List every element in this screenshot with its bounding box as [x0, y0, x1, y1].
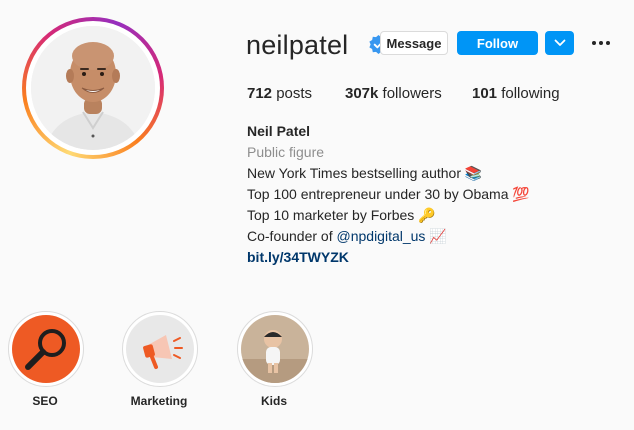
followers-link[interactable]: 307k followers	[345, 85, 442, 102]
highlight-marketing-cover	[126, 315, 194, 383]
bio-link[interactable]: bit.ly/34TWYZK	[247, 247, 349, 267]
followers-number: 307k	[345, 85, 379, 102]
magnifier-icon	[12, 315, 80, 383]
highlight-seo-cover	[12, 315, 80, 383]
highlight-marketing[interactable]	[122, 311, 198, 387]
highlight-kids-cover	[241, 315, 309, 383]
username: neilpatel	[246, 30, 349, 60]
more-options-button[interactable]	[590, 33, 612, 53]
profile-name: Neil Patel	[247, 123, 311, 139]
following-number: 101	[472, 85, 498, 102]
bio-line-3: Top 10 marketer by Forbes 🔑	[247, 207, 436, 223]
follow-button[interactable]: Follow	[457, 31, 538, 55]
megaphone-icon	[126, 315, 194, 383]
highlight-label-kids: Kids	[260, 394, 287, 408]
bio-line-1: New York Times bestselling author 📚	[247, 165, 483, 181]
bio-line-4-suffix: 📈	[425, 228, 447, 244]
chevron-down-icon	[554, 39, 565, 46]
highlight-kids[interactable]	[237, 311, 313, 387]
bio-line-4: Co-founder of @npdigital_us 📈	[247, 226, 447, 246]
following-label: following	[501, 85, 560, 102]
more-dots-icon	[592, 41, 610, 45]
posts-label: posts	[276, 85, 313, 102]
profile-avatar-ring[interactable]	[22, 17, 164, 159]
avatar[interactable]	[31, 26, 155, 150]
bio-line-2: Top 100 entrepreneur under 30 by Obama 💯	[247, 186, 530, 202]
mention-link[interactable]: @npdigital_us	[337, 228, 426, 244]
posts-count: 712 posts	[247, 85, 312, 102]
following-link[interactable]: 101 following	[472, 85, 560, 102]
highlight-seo[interactable]	[8, 311, 84, 387]
highlight-label-marketing: Marketing	[130, 394, 188, 408]
highlight-label-seo: SEO	[32, 394, 58, 408]
avatar-image	[31, 26, 155, 150]
profile-category: Public figure	[247, 144, 325, 160]
bio-line-4-prefix: Co-founder of	[247, 228, 337, 244]
kids-photo	[241, 315, 309, 383]
posts-number: 712	[247, 85, 273, 102]
suggested-accounts-button[interactable]	[545, 31, 574, 55]
message-button[interactable]: Message	[380, 31, 448, 55]
avatar-border	[26, 21, 160, 155]
followers-label: followers	[382, 85, 442, 102]
